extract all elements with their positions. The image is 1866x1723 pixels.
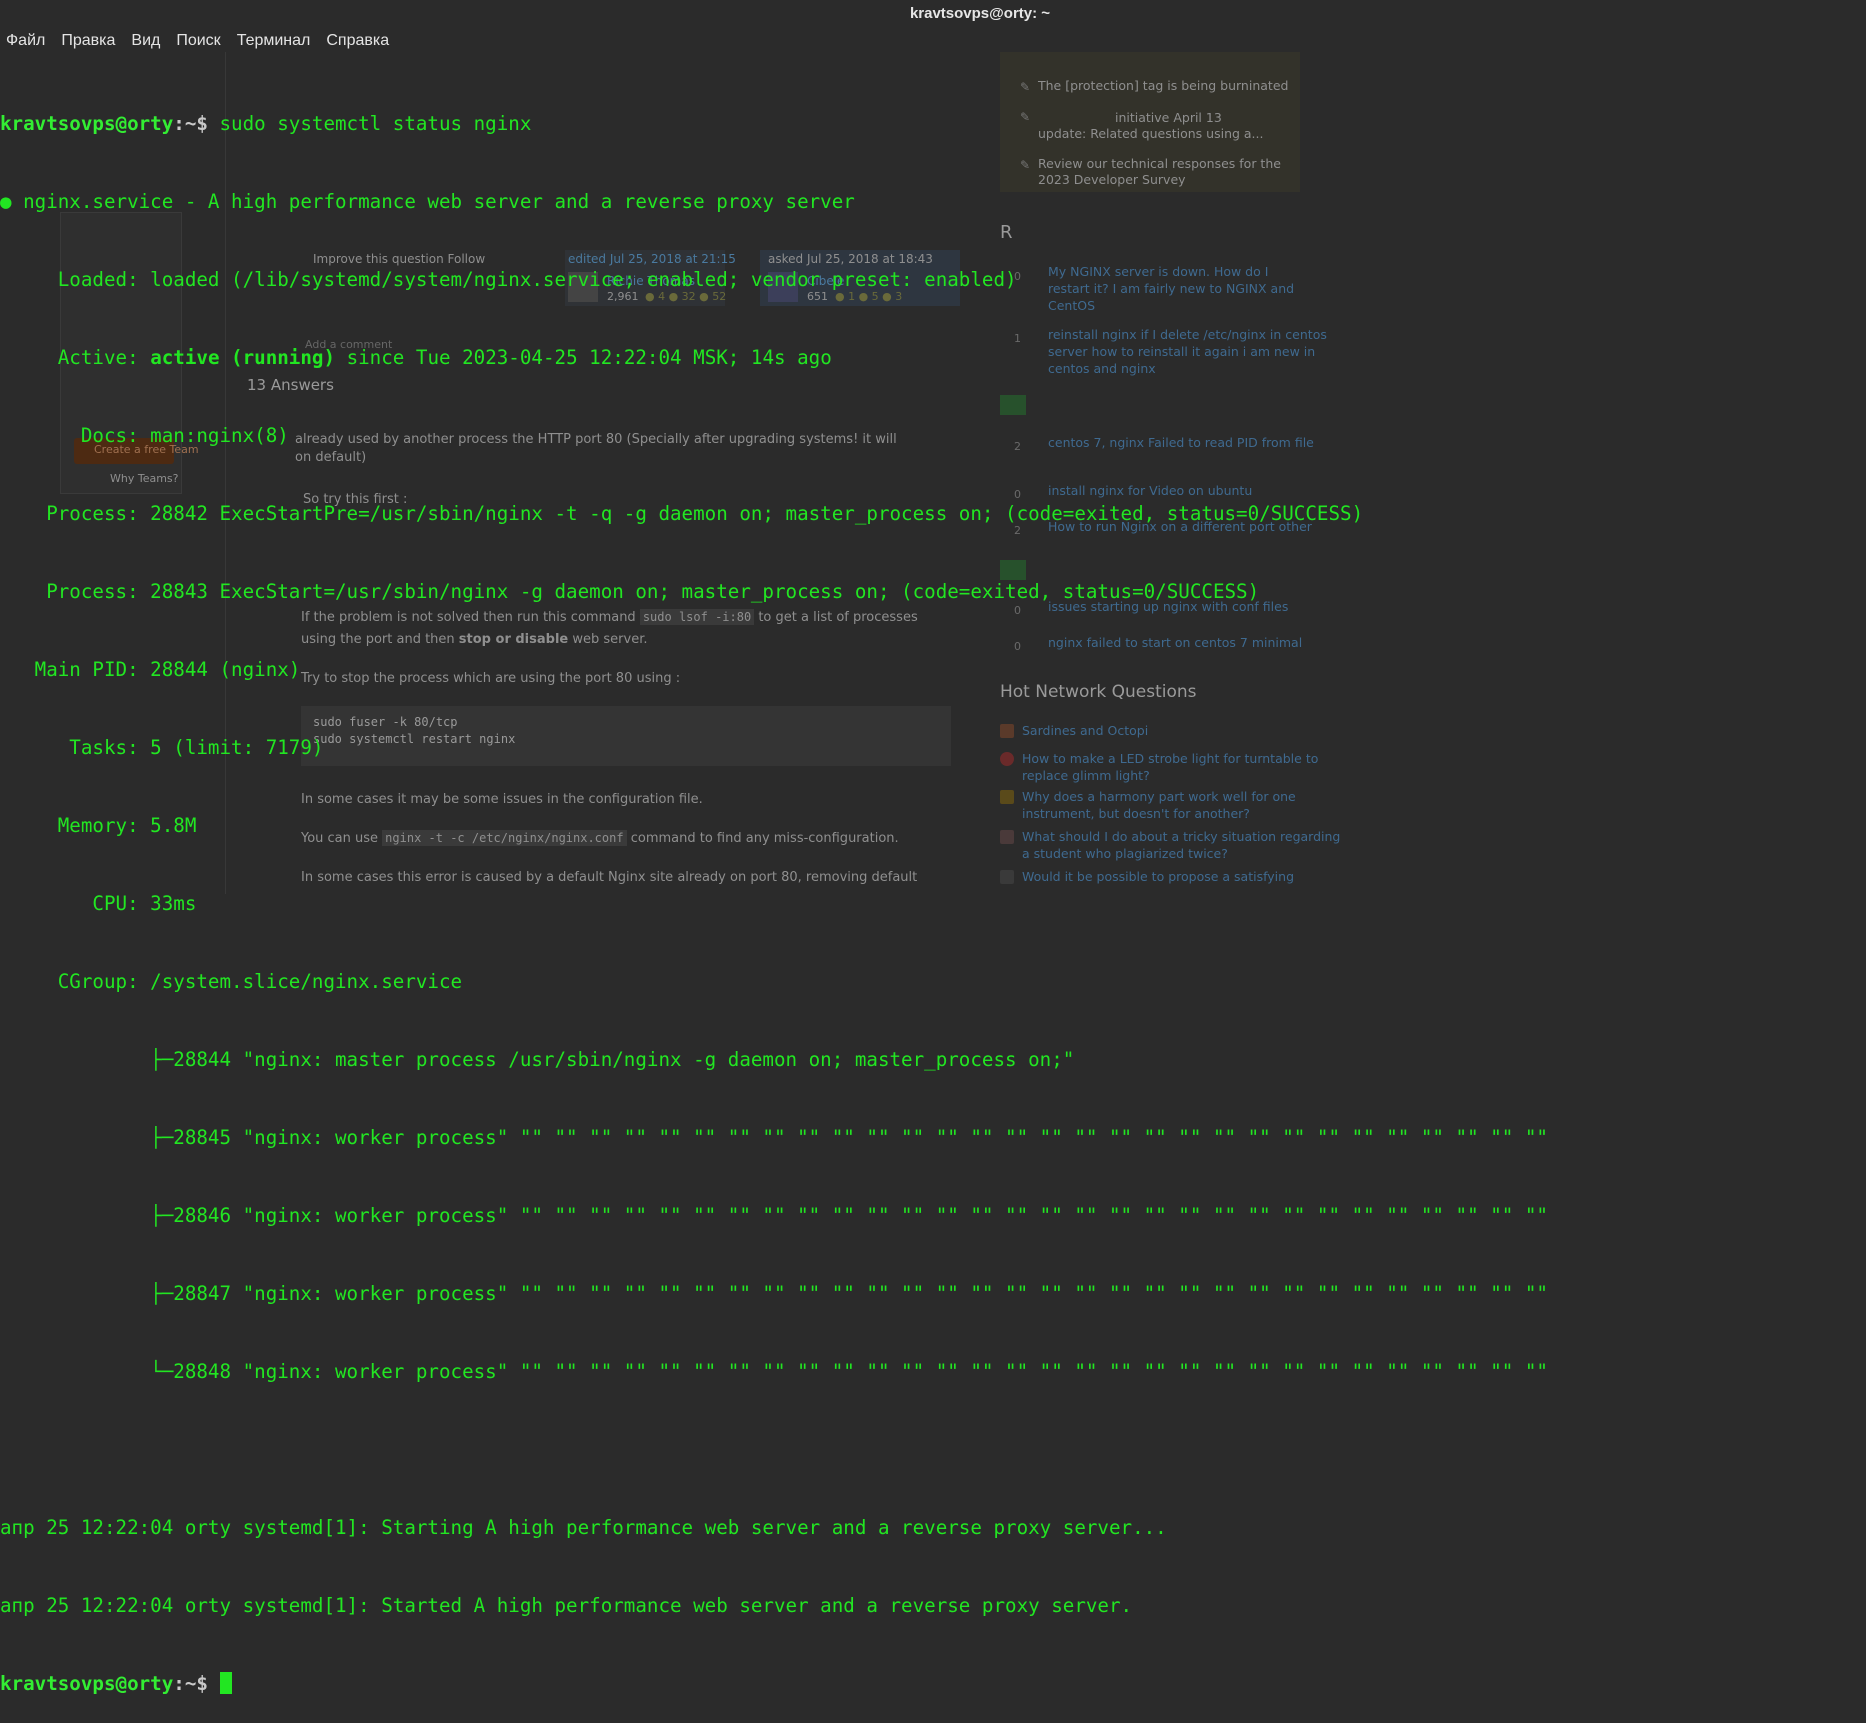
process-tree-line: ├─28846 "nginx: worker process" "" "" ""…	[0, 1204, 1548, 1227]
prompt-path: :~$	[173, 1672, 208, 1695]
window-titlebar[interactable]: kravtsovps@orty: ~	[0, 0, 1866, 26]
memory-line: Memory: 5.8M	[0, 814, 197, 837]
window-title: kravtsovps@orty: ~	[909, 4, 1051, 22]
terminal-menubar: Файл Правка Вид Поиск Терминал Справка	[0, 29, 399, 53]
prompt-path: :~$	[173, 112, 208, 135]
docs-line: Docs: man:nginx(8)	[0, 424, 289, 447]
process-tree-line: └─28848 "nginx: worker process" "" "" ""…	[0, 1360, 1548, 1383]
journal-line: апр 25 12:22:04 orty systemd[1]: Started…	[0, 1594, 1133, 1617]
terminal-output[interactable]: kravtsovps@orty:~$ sudo systemctl status…	[0, 59, 1866, 1723]
active-line: Active: active (running) since Tue 2023-…	[0, 346, 832, 369]
command-line: kravtsovps@orty:~$ sudo systemctl status…	[0, 111, 1866, 137]
loaded-line: Loaded: loaded (/lib/systemd/system/ngin…	[0, 268, 1017, 291]
tasks-line: Tasks: 5 (limit: 7179)	[0, 736, 324, 759]
menu-edit[interactable]: Правка	[55, 32, 121, 50]
service-line: ● nginx.service - A high performance web…	[0, 190, 855, 213]
process-tree-line: ├─28845 "nginx: worker process" "" "" ""…	[0, 1126, 1548, 1149]
process-tree-line: ├─28844 "nginx: master process /usr/sbin…	[0, 1048, 1075, 1071]
menu-terminal[interactable]: Терминал	[231, 32, 317, 50]
typed-command: sudo systemctl status nginx	[207, 112, 532, 135]
menu-file[interactable]: Файл	[0, 32, 51, 50]
active-prompt-line[interactable]: kravtsovps@orty:~$	[0, 1671, 1866, 1697]
process-line: Process: 28842 ExecStartPre=/usr/sbin/ng…	[0, 502, 1364, 525]
journal-line: апр 25 12:22:04 orty systemd[1]: Startin…	[0, 1516, 1167, 1539]
terminal-cursor	[219, 1672, 232, 1694]
main-pid-line: Main PID: 28844 (nginx)	[0, 658, 301, 681]
active-status: active (running)	[150, 346, 336, 369]
menu-search[interactable]: Поиск	[170, 32, 226, 50]
prompt-user: kravtsovps@orty	[0, 112, 174, 135]
process-line: Process: 28843 ExecStart=/usr/sbin/nginx…	[0, 580, 1260, 603]
prompt-user: kravtsovps@orty	[0, 1672, 174, 1695]
process-tree-line: ├─28847 "nginx: worker process" "" "" ""…	[0, 1282, 1548, 1305]
cgroup-line: CGroup: /system.slice/nginx.service	[0, 970, 463, 993]
menu-view[interactable]: Вид	[125, 32, 166, 50]
menu-help[interactable]: Справка	[320, 32, 395, 50]
cpu-line: CPU: 33ms	[0, 892, 197, 915]
